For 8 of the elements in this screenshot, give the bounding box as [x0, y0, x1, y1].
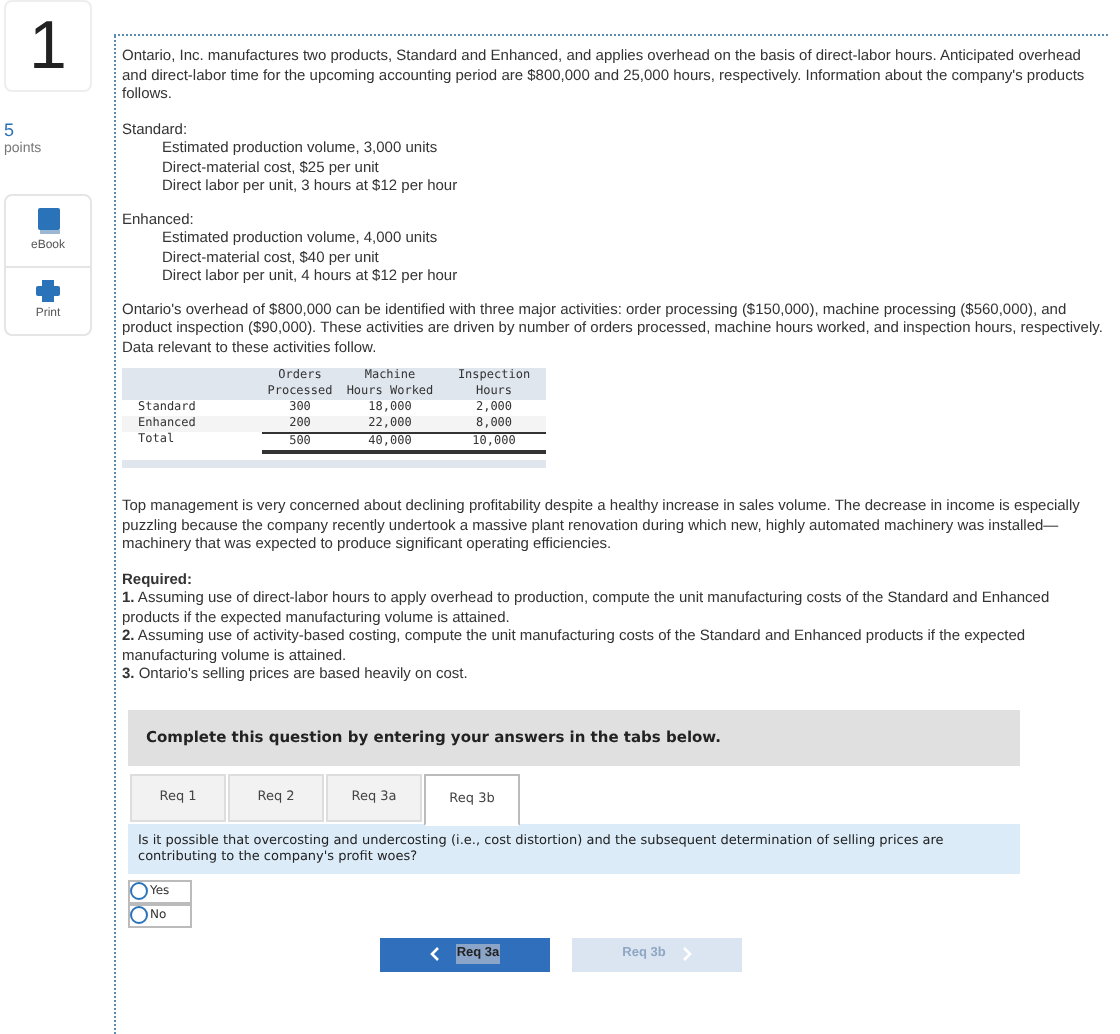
- chevron-icon: [430, 946, 441, 962]
- printer-icon: [36, 280, 60, 302]
- radio-button[interactable]: [130, 906, 148, 924]
- book-icon: [37, 208, 59, 234]
- radio-button[interactable]: [130, 882, 148, 900]
- points-value: 5: [4, 120, 17, 140]
- chevron-icon: [681, 946, 692, 962]
- question-number: 1: [4, 0, 92, 92]
